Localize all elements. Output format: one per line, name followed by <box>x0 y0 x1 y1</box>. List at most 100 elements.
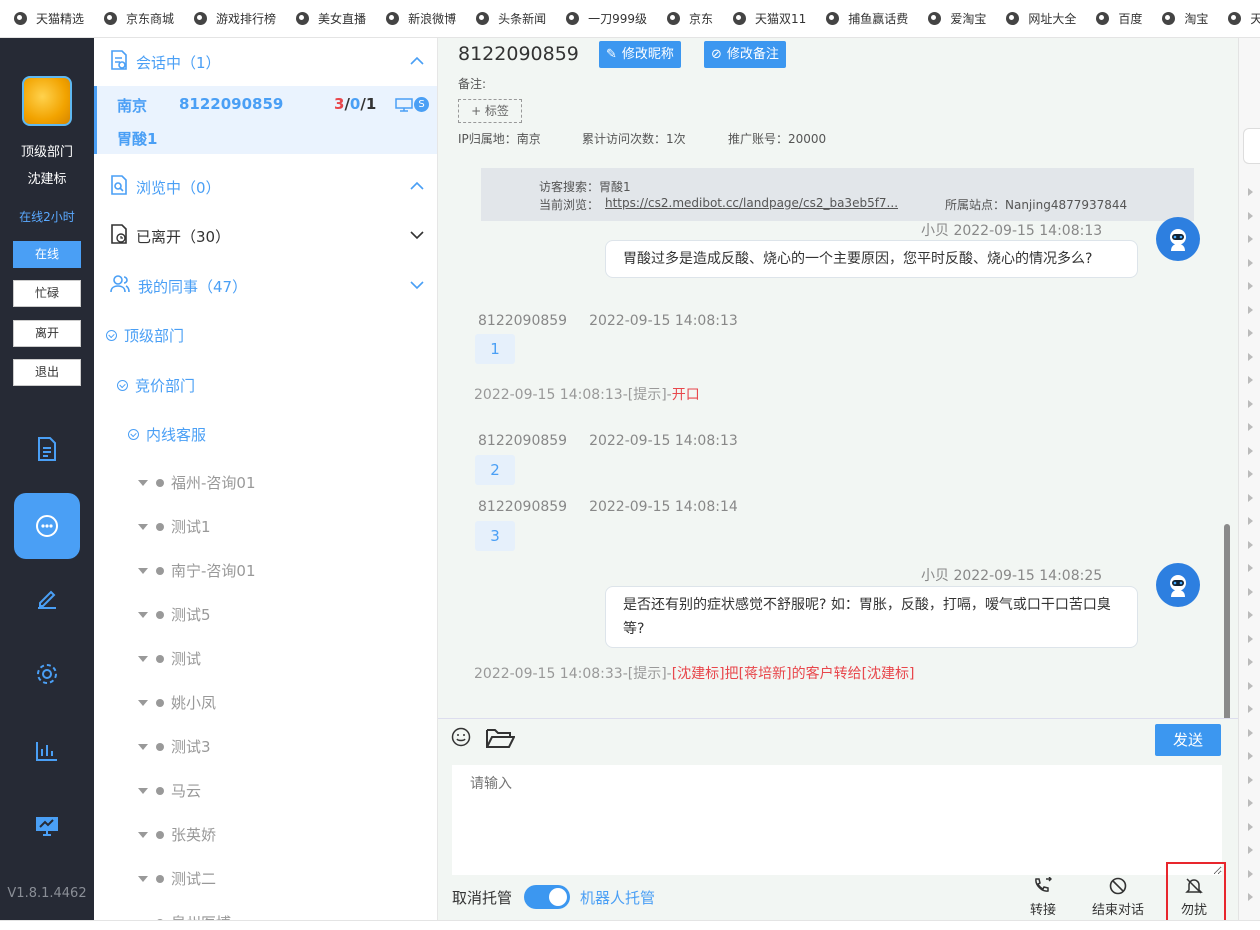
colleague-item[interactable]: 测试1 <box>138 516 211 537</box>
expand-arrow-icon[interactable] <box>1248 399 1253 408</box>
expand-arrow-icon[interactable] <box>1248 305 1253 314</box>
colleague-item[interactable]: 测试5 <box>138 604 211 625</box>
status-away-button[interactable]: 离开 <box>13 320 81 347</box>
user-department: 顶级部门 <box>20 145 73 160</box>
globe-icon <box>1228 12 1242 25</box>
expand-arrow-icon[interactable] <box>1248 188 1253 196</box>
colleague-item[interactable]: 测试 <box>138 648 201 669</box>
colleagues-header[interactable]: 我的同事（47） <box>94 262 437 310</box>
bookmark-item[interactable]: 游戏排行榜 <box>194 10 276 27</box>
colleague-item[interactable]: 测试二 <box>138 868 216 889</box>
expand-arrow-icon[interactable] <box>1248 893 1253 901</box>
edit-icon[interactable] <box>14 565 80 631</box>
expand-arrow-icon[interactable] <box>1248 752 1253 760</box>
bookmark-item[interactable]: 百度 <box>1096 10 1142 27</box>
tree-node-bid-dept[interactable]: 竞价部门 <box>117 375 195 396</box>
cancel-host-label[interactable]: 取消托管 <box>452 887 512 908</box>
add-tag-button[interactable]: + 标签 <box>458 99 522 123</box>
tip-text: 2022-09-15 14:08:33-[提示]- <box>474 666 672 682</box>
bookmark-item[interactable]: 天猫 <box>1228 10 1260 27</box>
expand-arrow-icon[interactable] <box>1248 423 1253 431</box>
expand-arrow-icon[interactable] <box>1248 822 1253 831</box>
expand-arrow-icon[interactable] <box>1248 329 1253 337</box>
expand-arrow-icon[interactable] <box>1248 799 1253 807</box>
expand-arrow-icon[interactable] <box>1248 611 1253 619</box>
colleague-item[interactable]: 张英娇 <box>138 824 216 845</box>
chevron-up-icon[interactable] <box>410 177 424 195</box>
expand-arrow-icon[interactable] <box>1248 446 1253 455</box>
expand-arrow-icon[interactable] <box>1248 258 1253 267</box>
bookmark-item[interactable]: 京东 <box>667 10 713 27</box>
bookmark-item[interactable]: 淘宝 <box>1162 10 1208 27</box>
expand-arrow-icon[interactable] <box>1248 705 1253 713</box>
chevron-up-icon[interactable] <box>410 52 424 70</box>
colleague-item[interactable]: 福州-咨询01 <box>138 472 256 493</box>
session-card[interactable]: 南京 8122090859 3/0/1 S 胃酸1 <box>94 86 437 154</box>
settings-icon[interactable] <box>14 641 80 707</box>
expand-arrow-icon[interactable] <box>1248 587 1253 596</box>
expand-arrow-icon[interactable] <box>1248 681 1253 690</box>
expand-arrow-icon[interactable] <box>1248 352 1253 361</box>
send-button[interactable]: 发送 <box>1155 724 1221 756</box>
expand-arrow-icon[interactable] <box>1248 775 1253 784</box>
status-online-button[interactable]: 在线 <box>13 241 81 268</box>
tree-node-inner-service[interactable]: 内线客服 <box>128 424 206 445</box>
colleague-item[interactable]: 测试3 <box>138 736 211 757</box>
left-visitors-header[interactable]: 已离开（30） <box>94 212 437 260</box>
expand-arrow-icon[interactable] <box>1248 540 1253 549</box>
colleague-item[interactable]: 南宁-咨询01 <box>138 560 256 581</box>
colleague-item[interactable]: 泉州医博 <box>138 912 231 920</box>
panel-tab[interactable] <box>1243 128 1260 164</box>
bookmark-item[interactable]: 天猫精选 <box>14 10 84 27</box>
document-icon[interactable] <box>14 416 80 482</box>
tree-node-top-dept[interactable]: 顶级部门 <box>106 325 184 346</box>
message-input[interactable] <box>452 765 1222 875</box>
chevron-down-icon[interactable] <box>410 226 424 244</box>
expand-arrow-icon[interactable] <box>1248 728 1253 737</box>
bookmark-item[interactable]: 美女直播 <box>296 10 366 27</box>
expand-arrow-icon[interactable] <box>1248 869 1253 878</box>
bookmark-item[interactable]: 捕鱼赢话费 <box>826 10 908 27</box>
chat-icon[interactable] <box>14 493 80 559</box>
edit-nickname-button[interactable]: ✎ 修改昵称 <box>599 41 681 68</box>
expand-arrow-icon[interactable] <box>1248 493 1253 502</box>
tip-text: 2022-09-15 14:08:13-[提示]- <box>474 387 672 403</box>
emoji-icon[interactable] <box>451 727 471 751</box>
edit-note-button[interactable]: ⊘ 修改备注 <box>704 41 786 68</box>
session-list-icon <box>110 50 128 74</box>
status-busy-button[interactable]: 忙碌 <box>13 280 81 307</box>
collapse-icon <box>128 429 139 440</box>
expand-arrow-icon[interactable] <box>1248 564 1253 572</box>
expand-arrow-icon[interactable] <box>1248 470 1253 478</box>
bookmark-item[interactable]: 京东商城 <box>104 10 174 27</box>
monitor-icon[interactable] <box>14 793 80 859</box>
expand-arrow-icon[interactable] <box>1248 517 1253 525</box>
chat-scrollbar[interactable] <box>1224 524 1230 718</box>
expand-arrow-icon[interactable] <box>1248 658 1253 666</box>
expand-arrow-icon[interactable] <box>1248 235 1253 243</box>
end-chat-button[interactable]: 结束对话 <box>1083 877 1153 918</box>
expand-arrow-icon[interactable] <box>1248 846 1253 854</box>
browse-url-link[interactable]: https://cs2.medibot.cc/landpage/cs2_ba3e… <box>605 196 898 210</box>
robot-host-toggle[interactable] <box>524 885 570 909</box>
bookmark-item[interactable]: 新浪微博 <box>386 10 456 27</box>
bookmark-item[interactable]: 天猫双11 <box>733 10 806 27</box>
expand-arrow-icon[interactable] <box>1248 376 1253 384</box>
transfer-button[interactable]: 转接 <box>1008 876 1078 918</box>
expand-arrow-icon[interactable] <box>1248 211 1253 220</box>
bookmark-item[interactable]: 一刀999级 <box>566 10 647 27</box>
expand-arrow-icon[interactable] <box>1248 634 1253 643</box>
sessions-header[interactable]: 会话中（1） <box>94 38 437 86</box>
bookmark-item[interactable]: 网址大全 <box>1006 10 1076 27</box>
colleague-item[interactable]: 马云 <box>138 780 201 801</box>
expand-arrow-icon[interactable] <box>1248 282 1253 290</box>
colleague-item[interactable]: 姚小凤 <box>138 692 216 713</box>
avatar[interactable] <box>22 76 72 126</box>
folder-icon[interactable] <box>485 727 516 753</box>
logout-button[interactable]: 退出 <box>13 359 81 386</box>
stats-icon[interactable] <box>14 718 80 784</box>
bookmark-item[interactable]: 爱淘宝 <box>928 10 986 27</box>
chevron-down-icon[interactable] <box>410 276 424 294</box>
browsing-header[interactable]: 浏览中（0） <box>94 163 437 211</box>
bookmark-item[interactable]: 头条新闻 <box>476 10 546 27</box>
